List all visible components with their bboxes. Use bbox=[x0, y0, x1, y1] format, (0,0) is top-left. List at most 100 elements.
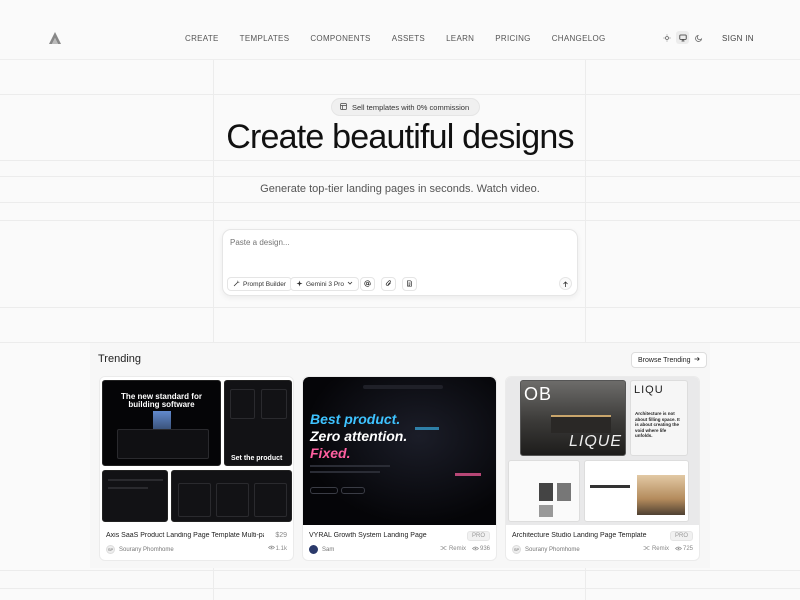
card-thumbnail: OB LIQUE LIQU Architecture is not about … bbox=[506, 377, 699, 525]
thumb-lique: LIQUE bbox=[568, 433, 622, 450]
thumb-tile bbox=[102, 470, 168, 522]
thumb-tile bbox=[584, 460, 689, 522]
theme-toggle bbox=[660, 31, 705, 44]
thumb-headline-group: Best product. Zero attention. Fixed. bbox=[310, 411, 407, 462]
thumb-photo bbox=[539, 483, 553, 501]
card-thumbnail: Best product. Zero attention. Fixed. bbox=[303, 377, 496, 525]
grid-line bbox=[0, 220, 800, 221]
template-card[interactable]: OB LIQUE LIQU Architecture is not about … bbox=[505, 376, 700, 561]
prompt-input[interactable] bbox=[230, 238, 430, 247]
template-card[interactable]: Best product. Zero attention. Fixed. VYR… bbox=[302, 376, 497, 561]
thumb-tile: The new standard for building software bbox=[102, 380, 221, 466]
card-stats: Remix 725 bbox=[643, 545, 693, 553]
thumb-line bbox=[108, 479, 163, 481]
arrow-right-icon bbox=[694, 356, 700, 364]
thumb-panel bbox=[230, 389, 255, 419]
thumb-panel bbox=[261, 389, 287, 419]
thumb-navbar bbox=[363, 385, 443, 389]
remix-stat[interactable]: Remix bbox=[643, 545, 669, 553]
thumb-line bbox=[108, 487, 148, 489]
views-stat: 1.1k bbox=[267, 545, 287, 552]
sell-templates-pill[interactable]: Sell templates with 0% commission bbox=[331, 98, 481, 116]
author-name: Sam bbox=[322, 546, 335, 553]
card-price: $29 bbox=[275, 532, 287, 539]
author-name: Sourany Phomhome bbox=[119, 546, 174, 553]
pro-badge: PRO bbox=[466, 531, 490, 541]
card-author: SP Sourany Phomhome bbox=[512, 545, 580, 554]
nav-pricing[interactable]: PRICING bbox=[495, 34, 530, 43]
sun-icon[interactable] bbox=[660, 31, 673, 44]
grid-line bbox=[0, 570, 800, 571]
nav-templates[interactable]: TEMPLATES bbox=[240, 34, 290, 43]
prompt-builder-button[interactable]: Prompt Builder bbox=[227, 277, 292, 291]
prompt-builder-label: Prompt Builder bbox=[243, 280, 286, 288]
monitor-icon[interactable] bbox=[676, 31, 689, 44]
thumb-lique2: LIQU bbox=[634, 384, 664, 396]
thumb-ob: OB bbox=[524, 384, 553, 404]
card-thumbnail: The new standard for building software S… bbox=[100, 377, 293, 525]
views-count: 725 bbox=[682, 546, 693, 552]
template-card[interactable]: The new standard for building software S… bbox=[99, 376, 294, 561]
thumb-tile: LIQU Architecture is not about filling s… bbox=[630, 380, 688, 456]
sign-in-link[interactable]: SIGN IN bbox=[722, 34, 754, 43]
nav-create[interactable]: CREATE bbox=[185, 34, 219, 43]
thumb-subheadline: Set the product bbox=[231, 455, 283, 462]
nav-assets[interactable]: ASSETS bbox=[392, 34, 425, 43]
hero-subtitle: Generate top-tier landing pages in secon… bbox=[260, 183, 540, 195]
card-stats: 1.1k bbox=[267, 545, 287, 552]
thumb-accent bbox=[455, 473, 481, 476]
attach-button[interactable] bbox=[381, 277, 396, 291]
thumb-panel bbox=[254, 483, 287, 517]
card-title: Axis SaaS Product Landing Page Template … bbox=[106, 532, 264, 539]
thumb-photo bbox=[539, 505, 553, 517]
remix-stat[interactable]: Remix bbox=[440, 545, 466, 553]
card-stats: Remix 936 bbox=[440, 545, 490, 553]
eye-icon bbox=[675, 546, 682, 553]
browse-trending-button[interactable]: Browse Trending bbox=[631, 352, 707, 368]
thumb-line bbox=[310, 465, 390, 467]
top-header: CREATE TEMPLATES COMPONENTS ASSETS LEARN… bbox=[0, 0, 800, 60]
thumb-tile bbox=[508, 460, 580, 522]
grid-line bbox=[0, 160, 800, 161]
thumb-panel bbox=[178, 483, 211, 517]
store-icon bbox=[340, 102, 347, 112]
avatar bbox=[309, 545, 318, 554]
remix-label: Remix bbox=[651, 546, 669, 552]
mention-button[interactable] bbox=[360, 277, 375, 291]
thumb-accent bbox=[415, 427, 439, 430]
moon-icon[interactable] bbox=[692, 31, 705, 44]
logo-icon[interactable] bbox=[48, 31, 62, 50]
sparkle-icon bbox=[296, 280, 303, 289]
grid-line bbox=[0, 176, 800, 177]
browse-label: Browse Trending bbox=[638, 356, 691, 364]
thumb-button bbox=[341, 487, 365, 494]
trending-title: Trending bbox=[98, 353, 142, 365]
thumb-button bbox=[310, 487, 338, 494]
style-button[interactable] bbox=[402, 277, 417, 291]
thumb-line-2: Zero attention. bbox=[310, 428, 408, 444]
card-author: Sam bbox=[309, 545, 334, 554]
grid-line bbox=[0, 307, 800, 308]
send-button[interactable] bbox=[559, 277, 572, 290]
model-select[interactable]: Gemini 3 Pro bbox=[290, 277, 359, 291]
views-stat: 725 bbox=[675, 546, 693, 553]
eye-icon bbox=[267, 545, 275, 552]
pill-label: Sell templates with 0% commission bbox=[352, 102, 470, 112]
card-title: Architecture Studio Landing Page Templat… bbox=[512, 532, 647, 539]
main-nav: CREATE TEMPLATES COMPONENTS ASSETS LEARN… bbox=[185, 34, 606, 43]
thumb-building bbox=[551, 415, 611, 433]
grid-line bbox=[0, 202, 800, 203]
thumb-line bbox=[590, 485, 630, 488]
thumb-note: Architecture is not about filling space.… bbox=[635, 411, 680, 438]
remix-label: Remix bbox=[448, 546, 466, 552]
nav-components[interactable]: COMPONENTS bbox=[310, 34, 370, 43]
nav-changelog[interactable]: CHANGELOG bbox=[552, 34, 606, 43]
thumb-headline: The new standard for building software bbox=[121, 392, 202, 409]
grid-line bbox=[0, 94, 800, 95]
thumb-tile bbox=[171, 470, 292, 522]
pro-badge: PRO bbox=[669, 531, 693, 541]
author-name: Sourany Phomhome bbox=[525, 546, 580, 553]
document-icon bbox=[406, 279, 413, 289]
magic-wand-icon bbox=[233, 280, 240, 289]
nav-learn[interactable]: LEARN bbox=[446, 34, 474, 43]
